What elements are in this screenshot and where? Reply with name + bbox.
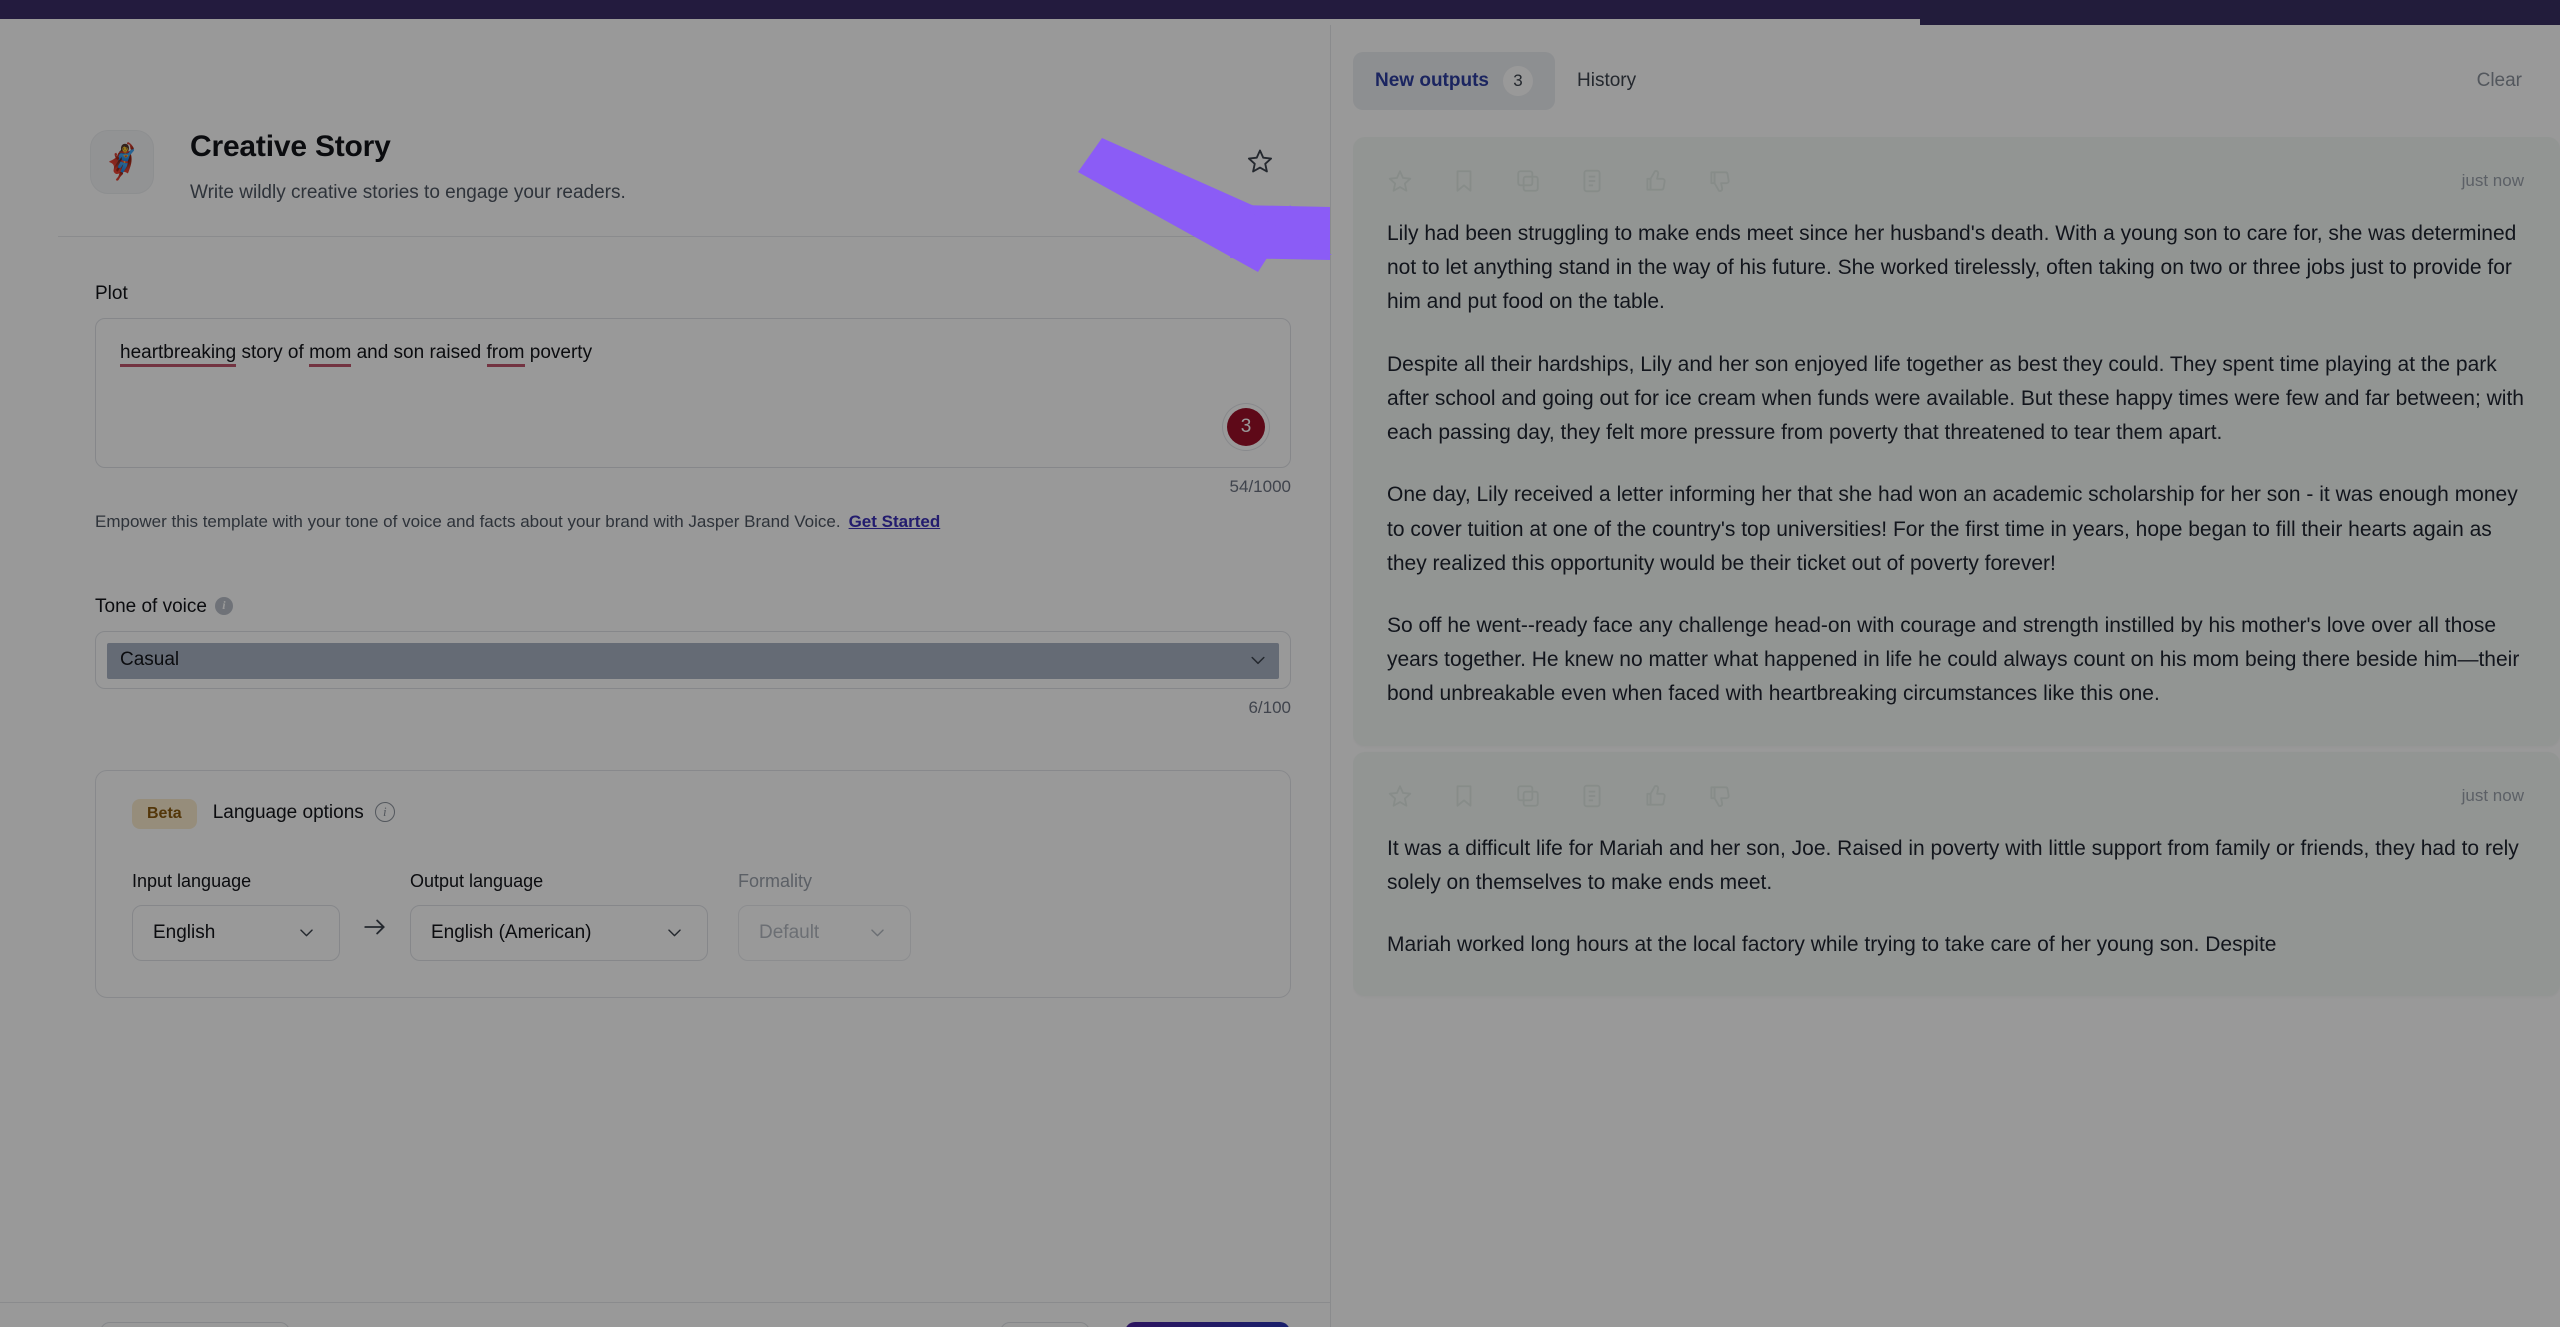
document-icon[interactable] [1579, 168, 1605, 194]
output-card-toolbar: just now [1387, 774, 2526, 818]
bookmark-icon[interactable] [1451, 168, 1477, 194]
output-paragraph: Lily had been struggling to make ends me… [1387, 222, 2517, 314]
get-started-link[interactable]: Get Started [849, 512, 941, 531]
info-circle-icon[interactable]: i [374, 802, 395, 822]
page-title: Creative Story [190, 130, 391, 163]
output-card-list[interactable]: just now Lily had been struggling to mak… [1353, 137, 2560, 1327]
formality-select[interactable]: Default [738, 905, 911, 961]
language-selectors-row: Input language English Output language E… [132, 871, 1254, 961]
app-window: 🦸‍♀️ Creative Story Write wildly creativ… [0, 25, 2560, 1327]
thumbs-up-icon[interactable] [1643, 783, 1669, 809]
tab-new-outputs-label: New outputs [1375, 70, 1489, 91]
plot-word-misspelled-2: mom [309, 342, 352, 363]
brand-voice-note-text: Empower this template with your tone of … [95, 512, 841, 531]
output-language-value: English (American) [431, 922, 592, 943]
plot-char-count: 54/1000 [1229, 477, 1291, 496]
tone-of-voice-value: Casual [118, 647, 182, 672]
language-options-header: Beta Language options i [132, 799, 1254, 829]
formality-value: Default [759, 922, 820, 943]
tab-new-outputs[interactable]: New outputs 3 [1353, 52, 1555, 110]
output-paragraph: So off he went--ready face any challenge… [1387, 613, 2520, 706]
footer-secondary-button[interactable] [1000, 1322, 1090, 1327]
output-card-toolbar: just now [1387, 159, 2526, 203]
bookmark-icon[interactable] [1451, 783, 1477, 809]
plot-word-2: story of [236, 342, 310, 363]
plot-label: Plot [95, 283, 128, 304]
plot-word-6: poverty [524, 342, 593, 363]
footer-divider [0, 1302, 1331, 1303]
star-outline-icon[interactable] [1246, 147, 1274, 175]
input-language-label: Input language [132, 871, 252, 891]
footer-left-button[interactable] [100, 1322, 290, 1327]
tone-of-voice-field: Tone of voice i Casual 6/100 [95, 596, 1291, 718]
output-timestamp: just now [2461, 785, 2524, 805]
plot-word-misspelled-1: heartbreaking [120, 342, 237, 363]
page-subtitle: Write wildly creative stories to engage … [190, 182, 626, 203]
beta-badge: Beta [132, 799, 197, 829]
thumbs-down-icon[interactable] [1707, 168, 1733, 194]
plot-value: heartbreaking story of mom and son raise… [120, 340, 1266, 367]
editor-column: 🦸‍♀️ Creative Story Write wildly creativ… [0, 25, 1331, 1327]
tone-char-count: 6/100 [1248, 698, 1291, 717]
output-card[interactable]: just now It was a difficult life for Mar… [1353, 751, 2560, 997]
plot-field: Plot heartbreaking story of mom and son … [95, 283, 1291, 532]
chevron-down-icon [868, 923, 888, 943]
output-panel: New outputs 3 History Clear just now Lil… [1331, 25, 2560, 1327]
output-paragraph: Despite all their hardships, Lily and he… [1387, 352, 2524, 445]
chevron-down-icon[interactable] [1248, 650, 1268, 670]
tone-selection-highlight [107, 643, 1279, 679]
output-language-group: Output language English (American) [410, 871, 708, 961]
plot-output-count-badge[interactable]: 3 [1227, 408, 1265, 446]
star-icon[interactable] [1387, 168, 1413, 194]
output-tabs: New outputs 3 History Clear [1331, 25, 2560, 137]
output-paragraph: Mariah worked long hours at the local fa… [1387, 933, 2277, 957]
browser-top-bar-extension [1920, 0, 2560, 25]
formality-label: Formality [738, 871, 813, 891]
plot-word-4: and son raised [351, 342, 487, 363]
tab-history-label: History [1577, 70, 1637, 91]
browser-top-bar [0, 0, 1920, 19]
language-options-panel: Beta Language options i Input language Eng… [95, 770, 1291, 998]
star-icon[interactable] [1387, 783, 1413, 809]
copy-icon[interactable] [1515, 783, 1541, 809]
document-icon[interactable] [1579, 783, 1605, 809]
chevron-down-icon[interactable] [297, 923, 317, 943]
output-language-select[interactable]: English (American) [410, 905, 708, 961]
language-options-title: Language options [212, 802, 364, 823]
thumbs-up-icon[interactable] [1643, 168, 1669, 194]
brand-voice-note: Empower this template with your tone of … [95, 512, 1291, 532]
input-language-select[interactable]: English [132, 905, 340, 961]
generate-button[interactable] [1125, 1322, 1290, 1327]
tab-new-outputs-badge: 3 [1503, 66, 1533, 96]
thumbs-down-icon[interactable] [1707, 783, 1733, 809]
header-divider [58, 236, 1331, 237]
output-card[interactable]: just now Lily had been struggling to mak… [1353, 137, 2560, 746]
output-paragraph: One day, Lily received a letter informin… [1387, 483, 2518, 575]
tone-of-voice-label: Tone of voice i [95, 596, 1291, 618]
plot-input[interactable]: heartbreaking story of mom and son raise… [95, 318, 1291, 468]
chevron-down-icon[interactable] [665, 923, 685, 943]
input-language-value: English [153, 922, 216, 943]
template-avatar-icon: 🦸‍♀️ [90, 130, 154, 194]
template-header: 🦸‍♀️ Creative Story Write wildly creativ… [0, 25, 1330, 203]
output-language-label: Output language [410, 871, 544, 891]
language-options-card: Beta Language options i Input language Eng… [95, 770, 1291, 998]
output-paragraph: It was a difficult life for Mariah and h… [1387, 836, 2519, 894]
input-language-group: Input language English [132, 871, 340, 961]
info-icon[interactable]: i [214, 596, 233, 615]
app-root: 🦸‍♀️ Creative Story Write wildly creativ… [0, 0, 2560, 1327]
copy-icon[interactable] [1515, 168, 1541, 194]
template-icon-glyph: 🦸‍♀️ [100, 143, 144, 181]
tone-of-voice-label-text: Tone of voice [95, 596, 207, 617]
output-timestamp: just now [2461, 171, 2524, 190]
tab-history[interactable]: History [1555, 56, 1658, 106]
plot-word-misspelled-3: from [486, 342, 525, 363]
clear-button[interactable]: Clear [2477, 70, 2522, 92]
formality-group: Formality Default [738, 871, 911, 961]
tone-of-voice-select[interactable]: Casual [95, 631, 1291, 689]
arrow-right-icon [362, 914, 388, 947]
